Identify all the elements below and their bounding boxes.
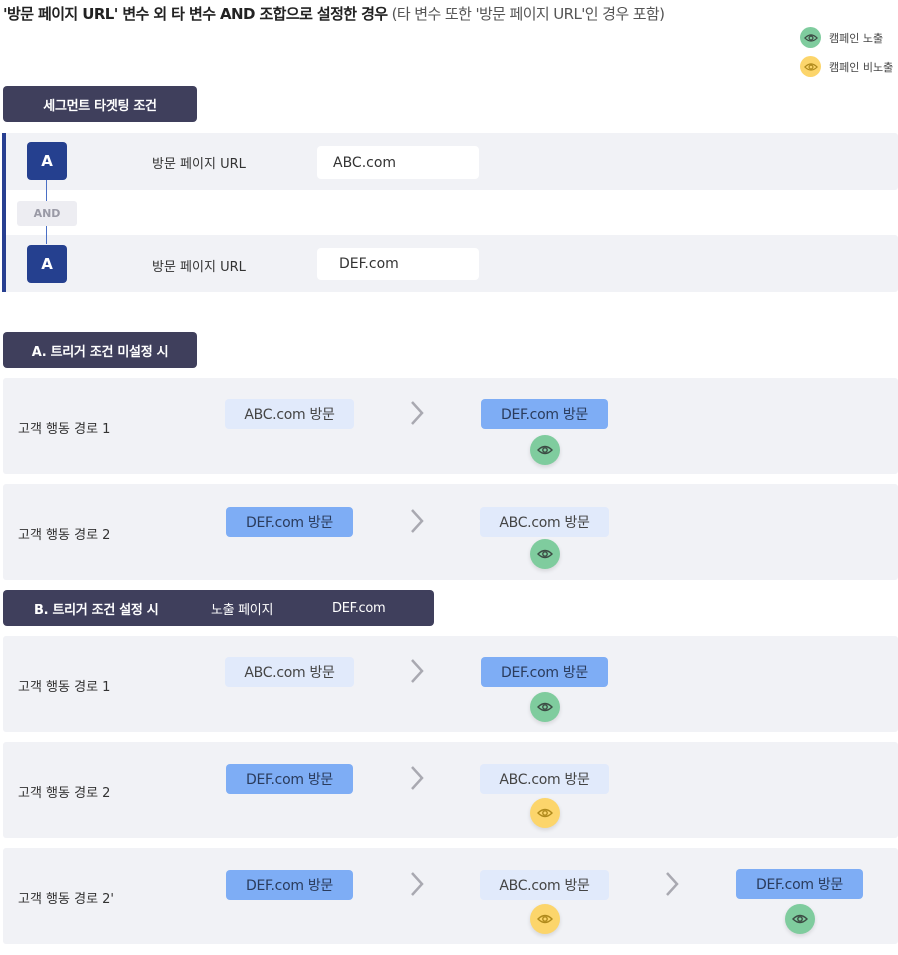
legend-not-exposed: 캠페인 비노출 <box>800 56 893 77</box>
path-step: ABC.com 방문 <box>225 399 354 429</box>
eye-icon <box>530 798 560 828</box>
path-label: 고객 행동 경로 1 <box>18 422 111 437</box>
legend-label: 캠페인 비노출 <box>829 60 894 74</box>
legend-exposed: 캠페인 노출 <box>800 27 883 48</box>
chevron-right-icon <box>666 872 679 896</box>
path-step: ABC.com 방문 <box>480 507 609 537</box>
section-a-header: A. 트리거 조건 미설정 시 <box>3 332 197 368</box>
trigger-value: DEF.com <box>332 600 386 616</box>
eye-icon <box>785 904 815 934</box>
chevron-right-icon <box>411 872 424 896</box>
eye-icon <box>800 56 821 77</box>
trigger-label: 노출 페이지 <box>211 602 274 618</box>
path-step: ABC.com 방문 <box>480 870 609 900</box>
connector-line <box>46 180 47 201</box>
condition-badge: A <box>27 142 67 180</box>
eye-icon <box>530 904 560 934</box>
condition-accent-bar <box>2 133 6 292</box>
chevron-right-icon <box>411 509 424 533</box>
chevron-right-icon <box>411 659 424 683</box>
path-step: DEF.com 방문 <box>481 399 608 429</box>
path-label: 고객 행동 경로 1 <box>18 680 111 695</box>
eye-icon <box>800 27 821 48</box>
chevron-right-icon <box>411 766 424 790</box>
and-operator: AND <box>17 201 77 226</box>
condition-label: 방문 페이지 URL <box>152 157 246 172</box>
path-row <box>3 484 898 580</box>
condition-value: ABC.com <box>317 146 479 179</box>
path-row <box>3 742 898 838</box>
eye-icon <box>530 435 560 465</box>
path-step: DEF.com 방문 <box>226 764 353 794</box>
segment-header: 세그먼트 타겟팅 조건 <box>3 86 197 122</box>
path-label: 고객 행동 경로 2 <box>18 786 111 801</box>
condition-value: DEF.com <box>317 248 479 280</box>
chevron-right-icon <box>411 401 424 425</box>
path-step: DEF.com 방문 <box>481 657 608 687</box>
eye-icon <box>530 692 560 722</box>
page-title: '방문 페이지 URL' 변수 외 타 변수 AND 조합으로 설정한 경우 (… <box>3 3 665 24</box>
legend-label: 캠페인 노출 <box>829 31 884 45</box>
path-label: 고객 행동 경로 2' <box>18 892 115 907</box>
connector-line <box>46 226 47 244</box>
section-b-header: B. 트리거 조건 설정 시 노출 페이지 DEF.com <box>3 590 434 626</box>
title-main: '방문 페이지 URL' 변수 외 타 변수 AND 조합으로 설정한 경우 <box>3 5 388 23</box>
title-note: (타 변수 또한 '방문 페이지 URL'인 경우 포함) <box>387 5 665 23</box>
eye-icon <box>530 539 560 569</box>
path-label: 고객 행동 경로 2 <box>18 528 111 543</box>
section-b-title: B. 트리거 조건 설정 시 <box>34 602 159 618</box>
path-row <box>3 378 898 474</box>
condition-badge: A <box>27 245 67 283</box>
path-row <box>3 636 898 732</box>
path-step: DEF.com 방문 <box>226 870 353 900</box>
condition-label: 방문 페이지 URL <box>152 260 246 275</box>
path-step: DEF.com 방문 <box>736 869 863 899</box>
path-step: DEF.com 방문 <box>226 507 353 537</box>
path-step: ABC.com 방문 <box>225 657 354 687</box>
path-step: ABC.com 방문 <box>480 764 609 794</box>
